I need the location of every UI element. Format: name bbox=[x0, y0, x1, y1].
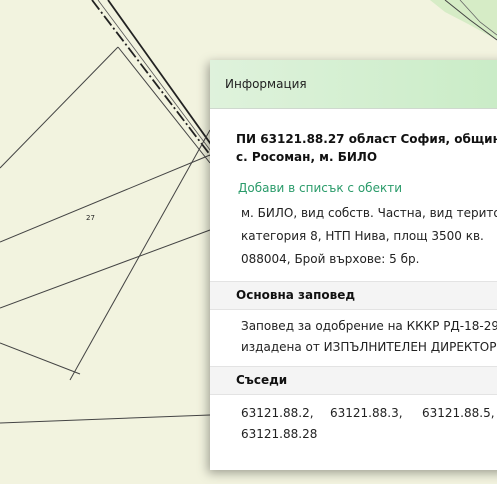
parcel-title-line: с. Росоман, м. БИЛО bbox=[236, 150, 378, 164]
description-line: 088004, Брой върхове: 5 бр. bbox=[241, 252, 420, 266]
popup-header: Информация bbox=[210, 60, 497, 109]
order-section-title: Основна заповед bbox=[210, 281, 497, 310]
description-line: м. БИЛО, вид собств. Частна, вид територ bbox=[241, 206, 497, 220]
neighbors-section-title: Съседи bbox=[210, 366, 497, 395]
order-section-text: Заповед за одобрение на КККР РД-18-29 из… bbox=[241, 316, 497, 358]
neighbor-item[interactable]: 63121.88.2, bbox=[241, 403, 330, 424]
neighbor-item[interactable]: 63121.88.5, bbox=[422, 403, 495, 424]
description-line: категория 8, НТП Нива, площ 3500 кв. bbox=[241, 229, 484, 243]
parcel-title-line: ПИ 63121.88.27 област София, община bbox=[236, 132, 497, 146]
order-line: Заповед за одобрение на КККР РД-18-29 bbox=[241, 319, 497, 333]
info-popup: Информация ПИ 63121.88.27 област София, … bbox=[210, 60, 497, 470]
popup-title: Информация bbox=[225, 77, 307, 91]
neighbor-item[interactable]: 63121.88.28 bbox=[241, 424, 317, 445]
order-line: издадена от ИЗПЪЛНИТЕЛЕН ДИРЕКТОР Н bbox=[241, 340, 497, 354]
neighbor-item[interactable]: 63121.88.3, bbox=[330, 403, 422, 424]
neighbors-list: 63121.88.2, 63121.88.3, 63121.88.5, 63121.… bbox=[241, 403, 497, 445]
add-to-object-list-link[interactable]: Добави в списък с обекти bbox=[238, 181, 497, 195]
parcel-number-label: 27 bbox=[86, 214, 95, 222]
popup-body: ПИ 63121.88.27 област София, община с. Р… bbox=[210, 130, 497, 445]
parcel-title: ПИ 63121.88.27 област София, община с. Р… bbox=[236, 130, 497, 166]
parcel-description: м. БИЛО, вид собств. Частна, вид територ… bbox=[241, 202, 497, 271]
